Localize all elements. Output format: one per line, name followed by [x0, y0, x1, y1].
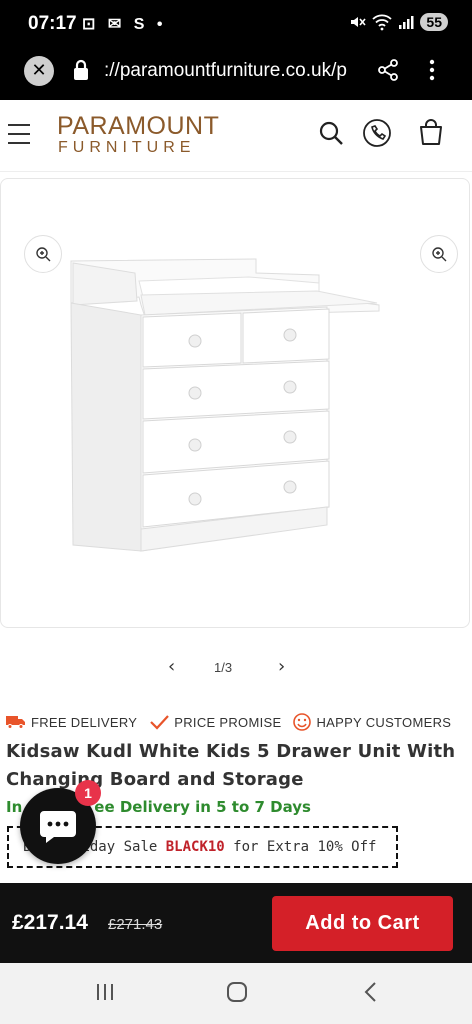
next-image-button[interactable]: ›: [278, 656, 285, 677]
delivery-right: ee Delivery in 5 to 7 Days: [94, 798, 311, 816]
zoom-in-icon: [432, 247, 447, 262]
url-text[interactable]: ://paramountfurniture.co.uk/p: [104, 60, 354, 82]
promo-code: BLACK10: [165, 839, 225, 855]
zoom-button-right[interactable]: [420, 235, 458, 273]
home-icon[interactable]: [226, 981, 248, 1003]
lock-icon[interactable]: [72, 58, 90, 82]
badge-label: HAPPY CUSTOMERS: [316, 714, 452, 730]
delivery-left: In: [6, 798, 23, 816]
share-icon[interactable]: [376, 58, 400, 82]
truck-icon: [6, 716, 25, 729]
logo-line2[interactable]: FURNITURE: [58, 139, 195, 157]
original-price: £271.43: [108, 916, 163, 933]
image-counter: 1/3: [214, 660, 233, 675]
product-gallery: [0, 178, 472, 630]
close-tab-button[interactable]: ✕: [24, 56, 54, 86]
carousel-nav: ‹ 1/3 ›: [0, 656, 472, 680]
prev-image-button[interactable]: ‹: [168, 656, 175, 677]
back-icon[interactable]: [360, 981, 382, 1003]
system-icons: 55: [348, 13, 448, 31]
badge-label: PRICE PROMISE: [174, 714, 282, 730]
status-bar: 07:17 ⊡ ✉ S • 55: [0, 0, 472, 50]
badge-free-delivery: FREE DELIVERY: [6, 715, 137, 730]
badge-label: FREE DELIVERY: [31, 714, 138, 730]
recents-icon[interactable]: [94, 981, 116, 1003]
smiley-icon: [293, 713, 312, 731]
badge-price-promise: PRICE PROMISE: [149, 714, 281, 730]
current-price: £217.14: [12, 911, 88, 934]
promo-mid: iday Sale: [81, 839, 166, 855]
add-to-cart-button[interactable]: Add to Cart: [272, 896, 453, 951]
site-header: PARAMOUNT FURNITURE: [0, 100, 472, 172]
mute-icon: [351, 17, 367, 27]
wifi-icon: [372, 14, 393, 31]
notification-icons: ⊡ ✉ S •: [82, 16, 167, 33]
signal-icon: [399, 16, 414, 29]
sticky-cart-bar: £217.14 £271.43 Add to Cart: [0, 883, 472, 963]
android-nav-bar: [0, 963, 472, 1024]
product-image-card[interactable]: [0, 178, 470, 628]
trust-badges: FREE DELIVERY PRICE PROMISE HAPPY CUSTOM…: [6, 710, 472, 734]
zoom-in-icon: [36, 247, 51, 262]
phone-icon[interactable]: [362, 118, 392, 148]
product-title: Kidsaw Kudl White Kids 5 Drawer Unit Wit…: [6, 741, 456, 790]
product-image: [70, 258, 380, 552]
battery-level: 55: [420, 13, 448, 31]
logo-line1[interactable]: PARAMOUNT: [57, 112, 219, 141]
menu-icon[interactable]: [8, 124, 30, 151]
cart-icon[interactable]: [416, 118, 446, 148]
chat-icon: [40, 811, 76, 843]
badge-happy-customers: HAPPY CUSTOMERS: [293, 713, 451, 731]
promo-suffix: for Extra 10% Off: [224, 839, 377, 855]
more-menu-icon[interactable]: [424, 58, 440, 82]
chat-unread-badge: 1: [75, 780, 101, 806]
search-icon[interactable]: [316, 118, 346, 148]
zoom-button-left[interactable]: [24, 235, 62, 273]
check-icon: [150, 715, 170, 730]
browser-url-bar: ✕ ://paramountfurniture.co.uk/p: [0, 50, 472, 100]
status-time: 07:17: [28, 13, 77, 34]
